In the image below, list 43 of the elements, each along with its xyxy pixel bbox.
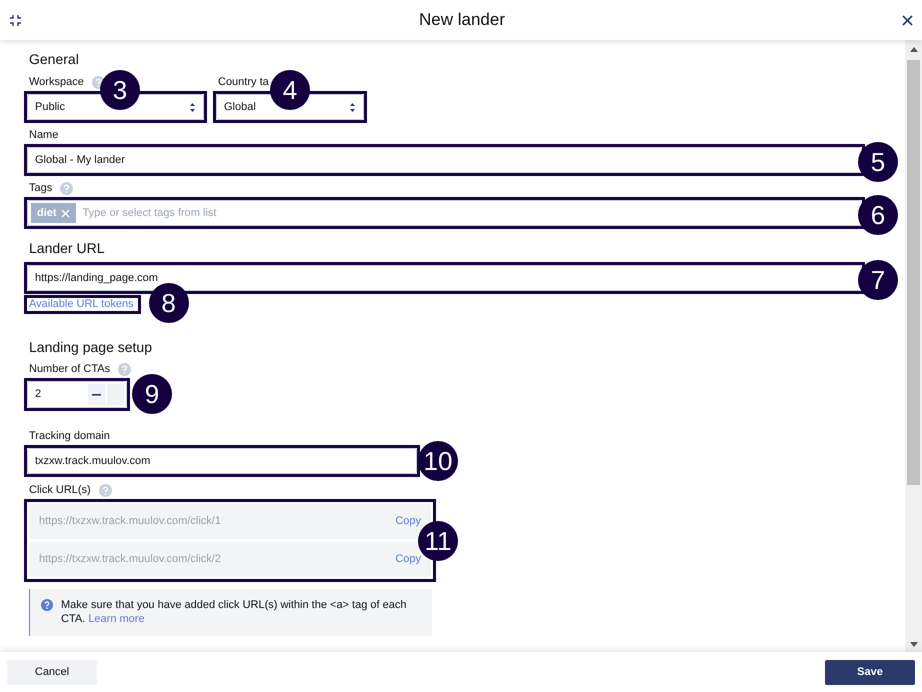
callout-marker: 4 [270, 70, 310, 110]
minus-icon [92, 394, 101, 396]
section-heading: Lander URL [29, 239, 106, 257]
copy-link[interactable]: Copy [395, 513, 421, 530]
callout-marker: 7 [858, 260, 898, 300]
input-field[interactable]: https://landing_page.com [27, 265, 862, 291]
input-field[interactable]: txzxw.track.muulov.com [27, 448, 417, 474]
callout-marker: 9 [132, 374, 172, 414]
click-url: https://txzxw.track.muulov.com/click/1 [39, 514, 221, 530]
field-label: Tags [29, 180, 52, 196]
learn-more-link[interactable]: Learn more [88, 613, 145, 625]
scrollbar[interactable] [905, 40, 922, 652]
help-icon [60, 182, 74, 194]
field-label: Workspace [29, 74, 84, 90]
field-label: Name [29, 128, 58, 143]
callout-marker: 8 [148, 283, 189, 323]
close-icon[interactable] [902, 14, 913, 26]
section-heading: General [29, 50, 80, 68]
collapse-icon[interactable] [9, 14, 22, 26]
help-icon [118, 362, 132, 376]
field-label: Number of CTAs [29, 362, 110, 377]
number-stepper[interactable]: 2 [27, 381, 127, 408]
help-icon [98, 484, 112, 496]
callout-marker: 10 [418, 441, 458, 481]
dialog-title: New lander [419, 9, 505, 32]
save-button[interactable]: Save [825, 660, 915, 684]
input-field[interactable]: Global - My lander [27, 147, 862, 173]
click-url: https://txzxw.track.muulov.com/click/2 [39, 552, 221, 568]
callout-marker: 6 [858, 195, 898, 235]
info-icon [41, 599, 53, 611]
tags-input[interactable]: Type or select tags from list [82, 204, 858, 222]
callout-marker: 5 [858, 142, 898, 182]
cancel-button[interactable]: Cancel [7, 660, 97, 684]
url-tokens-link[interactable]: Available URL tokens [29, 298, 134, 311]
field-label: Country ta [218, 74, 269, 90]
decrement-button[interactable] [88, 384, 105, 405]
info-text: Make sure that you have added click URL(s) within the <a> tag of each CTA. Learn more [61, 598, 408, 626]
scrollbar-thumb[interactable] [907, 60, 920, 485]
sort-icon [189, 102, 196, 112]
field-label: Click URL(s) [29, 482, 91, 498]
section-heading: Landing page setup [29, 338, 153, 356]
field-label: Tracking domain [29, 428, 110, 444]
sort-icon [349, 102, 356, 112]
